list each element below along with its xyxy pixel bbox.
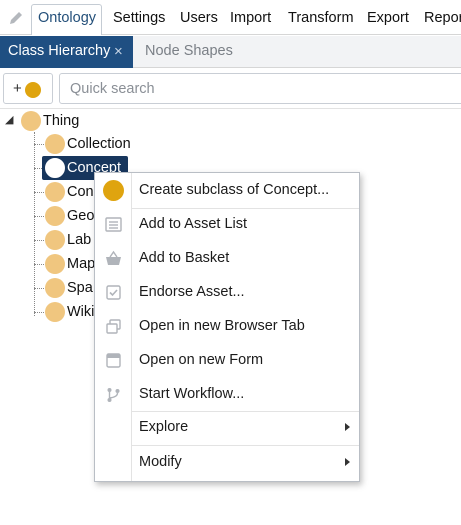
- menu-item-create-subclass[interactable]: Create subclass of Concept...: [95, 174, 359, 207]
- tree-node-label: Lab: [67, 232, 92, 248]
- menu-item-add-to-basket[interactable]: Add to Basket: [95, 242, 359, 275]
- workflow-icon: [107, 388, 120, 402]
- menu-item-add-to-asset-list[interactable]: Add to Asset List: [95, 208, 359, 241]
- menu-item-label: Open on new Form: [139, 352, 264, 368]
- menu-item-label: Create subclass of Concept...: [139, 182, 330, 198]
- class-ball-icon: [45, 182, 65, 202]
- menu-item-label: Open in new Browser Tab: [139, 318, 305, 334]
- tree-node-label: Map: [67, 256, 96, 272]
- menu-item-label: Start Workflow...: [139, 386, 245, 402]
- list-icon: [105, 217, 122, 232]
- menu-item-label: Add to Asset List: [139, 216, 248, 232]
- tab-export[interactable]: Export: [367, 8, 409, 28]
- class-ball-icon: [45, 230, 65, 250]
- context-menu: Create subclass of Concept... Add to Ass…: [94, 172, 360, 482]
- menu-item-modify[interactable]: Modify: [95, 446, 359, 479]
- tree-connector: [34, 216, 44, 217]
- tab-class-hierarchy-label: Class Hierarchy: [8, 43, 111, 59]
- pencil-icon[interactable]: [6, 8, 26, 28]
- tree-node-label: Collection: [67, 136, 131, 152]
- class-ball-icon: [45, 278, 65, 298]
- tab-import[interactable]: Import: [230, 8, 271, 28]
- class-ball-icon: [45, 254, 65, 274]
- add-class-button[interactable]: +: [3, 73, 53, 104]
- tree-node-label: Spa: [67, 280, 93, 296]
- menu-item-open-new-form[interactable]: Open on new Form: [95, 344, 359, 377]
- menu-item-endorse-asset[interactable]: Endorse Asset...: [95, 276, 359, 309]
- basket-icon: [106, 250, 121, 265]
- tree-connector: [34, 144, 44, 145]
- tab-users[interactable]: Users: [180, 8, 218, 28]
- menu-item-label: Endorse Asset...: [139, 284, 245, 300]
- class-ball-icon: [45, 158, 65, 178]
- class-ball-icon: [45, 206, 65, 226]
- quick-search-input[interactable]: [59, 73, 461, 104]
- tree-node-label: Thing: [43, 113, 80, 129]
- collapse-icon[interactable]: ◢: [5, 113, 13, 126]
- menu-item-label: Modify: [139, 454, 182, 470]
- new-tab-icon: [106, 319, 121, 334]
- form-icon: [106, 353, 121, 368]
- menu-item-label: Explore: [139, 419, 189, 435]
- submenu-arrow-icon: [345, 458, 350, 466]
- menu-item-start-workflow[interactable]: Start Workflow...: [95, 378, 359, 411]
- class-ball-icon: [45, 134, 65, 154]
- tree-node-label: Wiki: [67, 304, 95, 320]
- tab-transform[interactable]: Transform: [288, 8, 354, 28]
- plus-icon: +: [13, 80, 22, 97]
- close-icon[interactable]: ×: [114, 36, 123, 67]
- tree-node-label: Con: [67, 184, 94, 200]
- menu-item-open-new-browser-tab[interactable]: Open in new Browser Tab: [95, 310, 359, 343]
- submenu-arrow-icon: [345, 423, 350, 431]
- class-ball-icon: [103, 180, 124, 201]
- tab-settings[interactable]: Settings: [113, 8, 165, 28]
- tree-node-label: Geo: [67, 208, 95, 224]
- tab-class-hierarchy[interactable]: Class Hierarchy ×: [0, 36, 133, 68]
- main-menubar: Ontology Settings Users Import Transform…: [0, 0, 461, 35]
- tab-ontology[interactable]: Ontology: [31, 4, 103, 35]
- view-tabs: Class Hierarchy × Node Shapes: [0, 36, 461, 68]
- tab-reports[interactable]: Repor: [424, 8, 461, 28]
- menu-item-explore[interactable]: Explore: [95, 411, 359, 444]
- tree-toolbar: +: [0, 69, 461, 109]
- class-ball-icon: [25, 82, 41, 98]
- tree-connector: [34, 192, 44, 193]
- tree-connector: [34, 240, 44, 241]
- class-ball-icon: [45, 302, 65, 322]
- checkbox-icon: [106, 285, 121, 300]
- tab-node-shapes[interactable]: Node Shapes: [145, 36, 233, 68]
- menu-item-label: Add to Basket: [139, 250, 230, 266]
- tree-connector: [34, 264, 44, 265]
- class-ball-icon: [21, 111, 41, 131]
- tree-connector: [34, 312, 44, 313]
- tree-connector: [34, 288, 44, 289]
